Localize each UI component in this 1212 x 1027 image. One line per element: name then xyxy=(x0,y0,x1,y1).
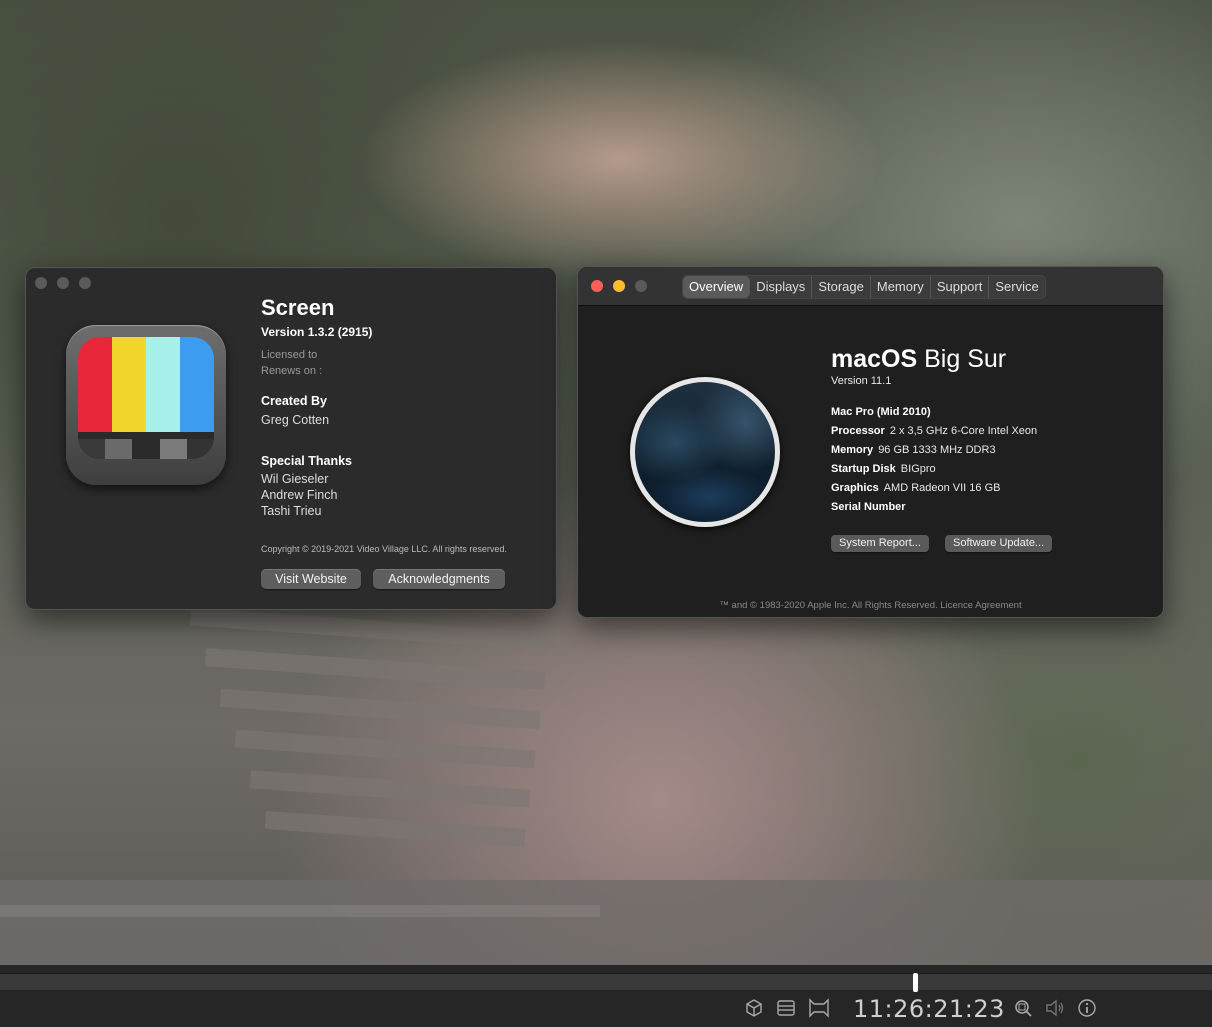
playhead-handle[interactable] xyxy=(913,973,918,992)
close-button[interactable] xyxy=(35,277,47,289)
acknowledgments-button[interactable]: Acknowledgments xyxy=(373,569,505,589)
bench-slat xyxy=(234,729,536,769)
bench-edge xyxy=(0,905,600,917)
created-by-heading: Created By xyxy=(261,394,327,408)
spec-row: Processor 2 x 3,5 GHz 6-Core Intel Xeon xyxy=(831,425,1037,437)
bench-slat xyxy=(264,810,526,848)
thanks-name: Tashi Trieu xyxy=(261,504,322,518)
os-name: macOS Big Sur xyxy=(831,345,1006,374)
renews-on: Renews on : xyxy=(261,365,323,377)
app-version: Version 1.3.2 (2915) xyxy=(261,325,373,339)
icon-bottom-strip xyxy=(78,439,214,459)
zoom-button[interactable] xyxy=(635,280,647,292)
spec-value: 96 GB 1333 MHz DDR3 xyxy=(878,444,996,456)
thanks-name: Wil Gieseler xyxy=(261,472,329,486)
close-button[interactable] xyxy=(591,280,603,292)
spec-label: Serial Number xyxy=(831,501,906,513)
screen-app-icon xyxy=(66,325,226,485)
volume-icon[interactable] xyxy=(1044,998,1066,1024)
strip-block xyxy=(186,439,214,459)
bench xyxy=(0,880,1212,965)
bench-slat xyxy=(249,770,531,808)
strip-block xyxy=(78,439,106,459)
timecode-display: 11:26:21:23 xyxy=(853,995,1005,1023)
spec-label: Graphics xyxy=(831,482,879,494)
os-name-rest: Big Sur xyxy=(924,345,1007,373)
copyright: Copyright © 2019-2021 Video Village LLC.… xyxy=(261,544,507,554)
cube-icon[interactable] xyxy=(744,998,764,1024)
player-controls-bar: 11:26:21:23 xyxy=(0,965,1212,1027)
mac-model: Mac Pro (Mid 2010) xyxy=(831,406,931,418)
zoom-button[interactable] xyxy=(79,277,91,289)
spec-label: Processor xyxy=(831,425,885,437)
minimize-button[interactable] xyxy=(57,277,69,289)
timeline-scrubber[interactable] xyxy=(0,973,1212,990)
spec-row: Serial Number xyxy=(831,501,911,513)
visit-website-button[interactable]: Visit Website xyxy=(261,569,361,589)
strip-block xyxy=(132,439,160,459)
layout-icon[interactable] xyxy=(776,998,796,1024)
title-bar: Overview Displays Storage Memory Support… xyxy=(578,267,1163,306)
minimize-button[interactable] xyxy=(613,280,625,292)
special-thanks-heading: Special Thanks xyxy=(261,454,353,468)
strip-block xyxy=(159,439,187,459)
system-report-button[interactable]: System Report... xyxy=(831,535,929,552)
thanks-name: Andrew Finch xyxy=(261,488,338,502)
software-update-button[interactable]: Software Update... xyxy=(945,535,1053,552)
licensed-to: Licensed to xyxy=(261,349,318,361)
strip-block xyxy=(105,439,133,459)
bench-slat xyxy=(219,688,541,730)
tab-memory[interactable]: Memory xyxy=(871,276,931,298)
tab-support[interactable]: Support xyxy=(931,276,990,298)
tab-service[interactable]: Service xyxy=(989,276,1044,298)
tab-bar: Overview Displays Storage Memory Support… xyxy=(682,275,1046,299)
tab-displays[interactable]: Displays xyxy=(750,276,813,298)
spec-value: AMD Radeon VII 16 GB xyxy=(883,482,1001,494)
spec-value: 2 x 3,5 GHz 6-Core Intel Xeon xyxy=(889,425,1038,437)
about-this-mac-window: Overview Displays Storage Memory Support… xyxy=(577,266,1164,618)
created-by-name: Greg Cotten xyxy=(261,413,330,427)
spec-row: Startup Disk BIGpro xyxy=(831,463,936,475)
frame-icon[interactable] xyxy=(808,998,830,1024)
spec-row: Memory 96 GB 1333 MHz DDR3 xyxy=(831,444,996,456)
zoom-icon[interactable] xyxy=(1013,998,1033,1024)
window-controls xyxy=(35,277,91,289)
color-bars-icon xyxy=(78,337,214,459)
spec-row: Graphics AMD Radeon VII 16 GB xyxy=(831,482,1000,494)
spec-label: Memory xyxy=(831,444,874,456)
window-controls xyxy=(591,280,647,292)
big-sur-wallpaper-icon xyxy=(630,377,780,527)
os-version: Version 11.1 xyxy=(831,375,892,387)
app-name: Screen xyxy=(261,295,335,320)
tab-overview[interactable]: Overview xyxy=(683,276,751,298)
spec-value: BIGpro xyxy=(900,463,936,475)
screen-about-window: Screen Version 1.3.2 (2915) Licensed to … xyxy=(25,267,557,610)
spec-label: Startup Disk xyxy=(831,463,896,475)
bench-slat xyxy=(189,607,551,651)
info-icon[interactable] xyxy=(1077,998,1097,1024)
tab-storage[interactable]: Storage xyxy=(812,276,871,298)
os-name-bold: macOS xyxy=(831,345,918,373)
bench-slat xyxy=(204,648,546,690)
legal-notice: ™ and © 1983-2020 Apple Inc. All Rights … xyxy=(719,600,1022,611)
